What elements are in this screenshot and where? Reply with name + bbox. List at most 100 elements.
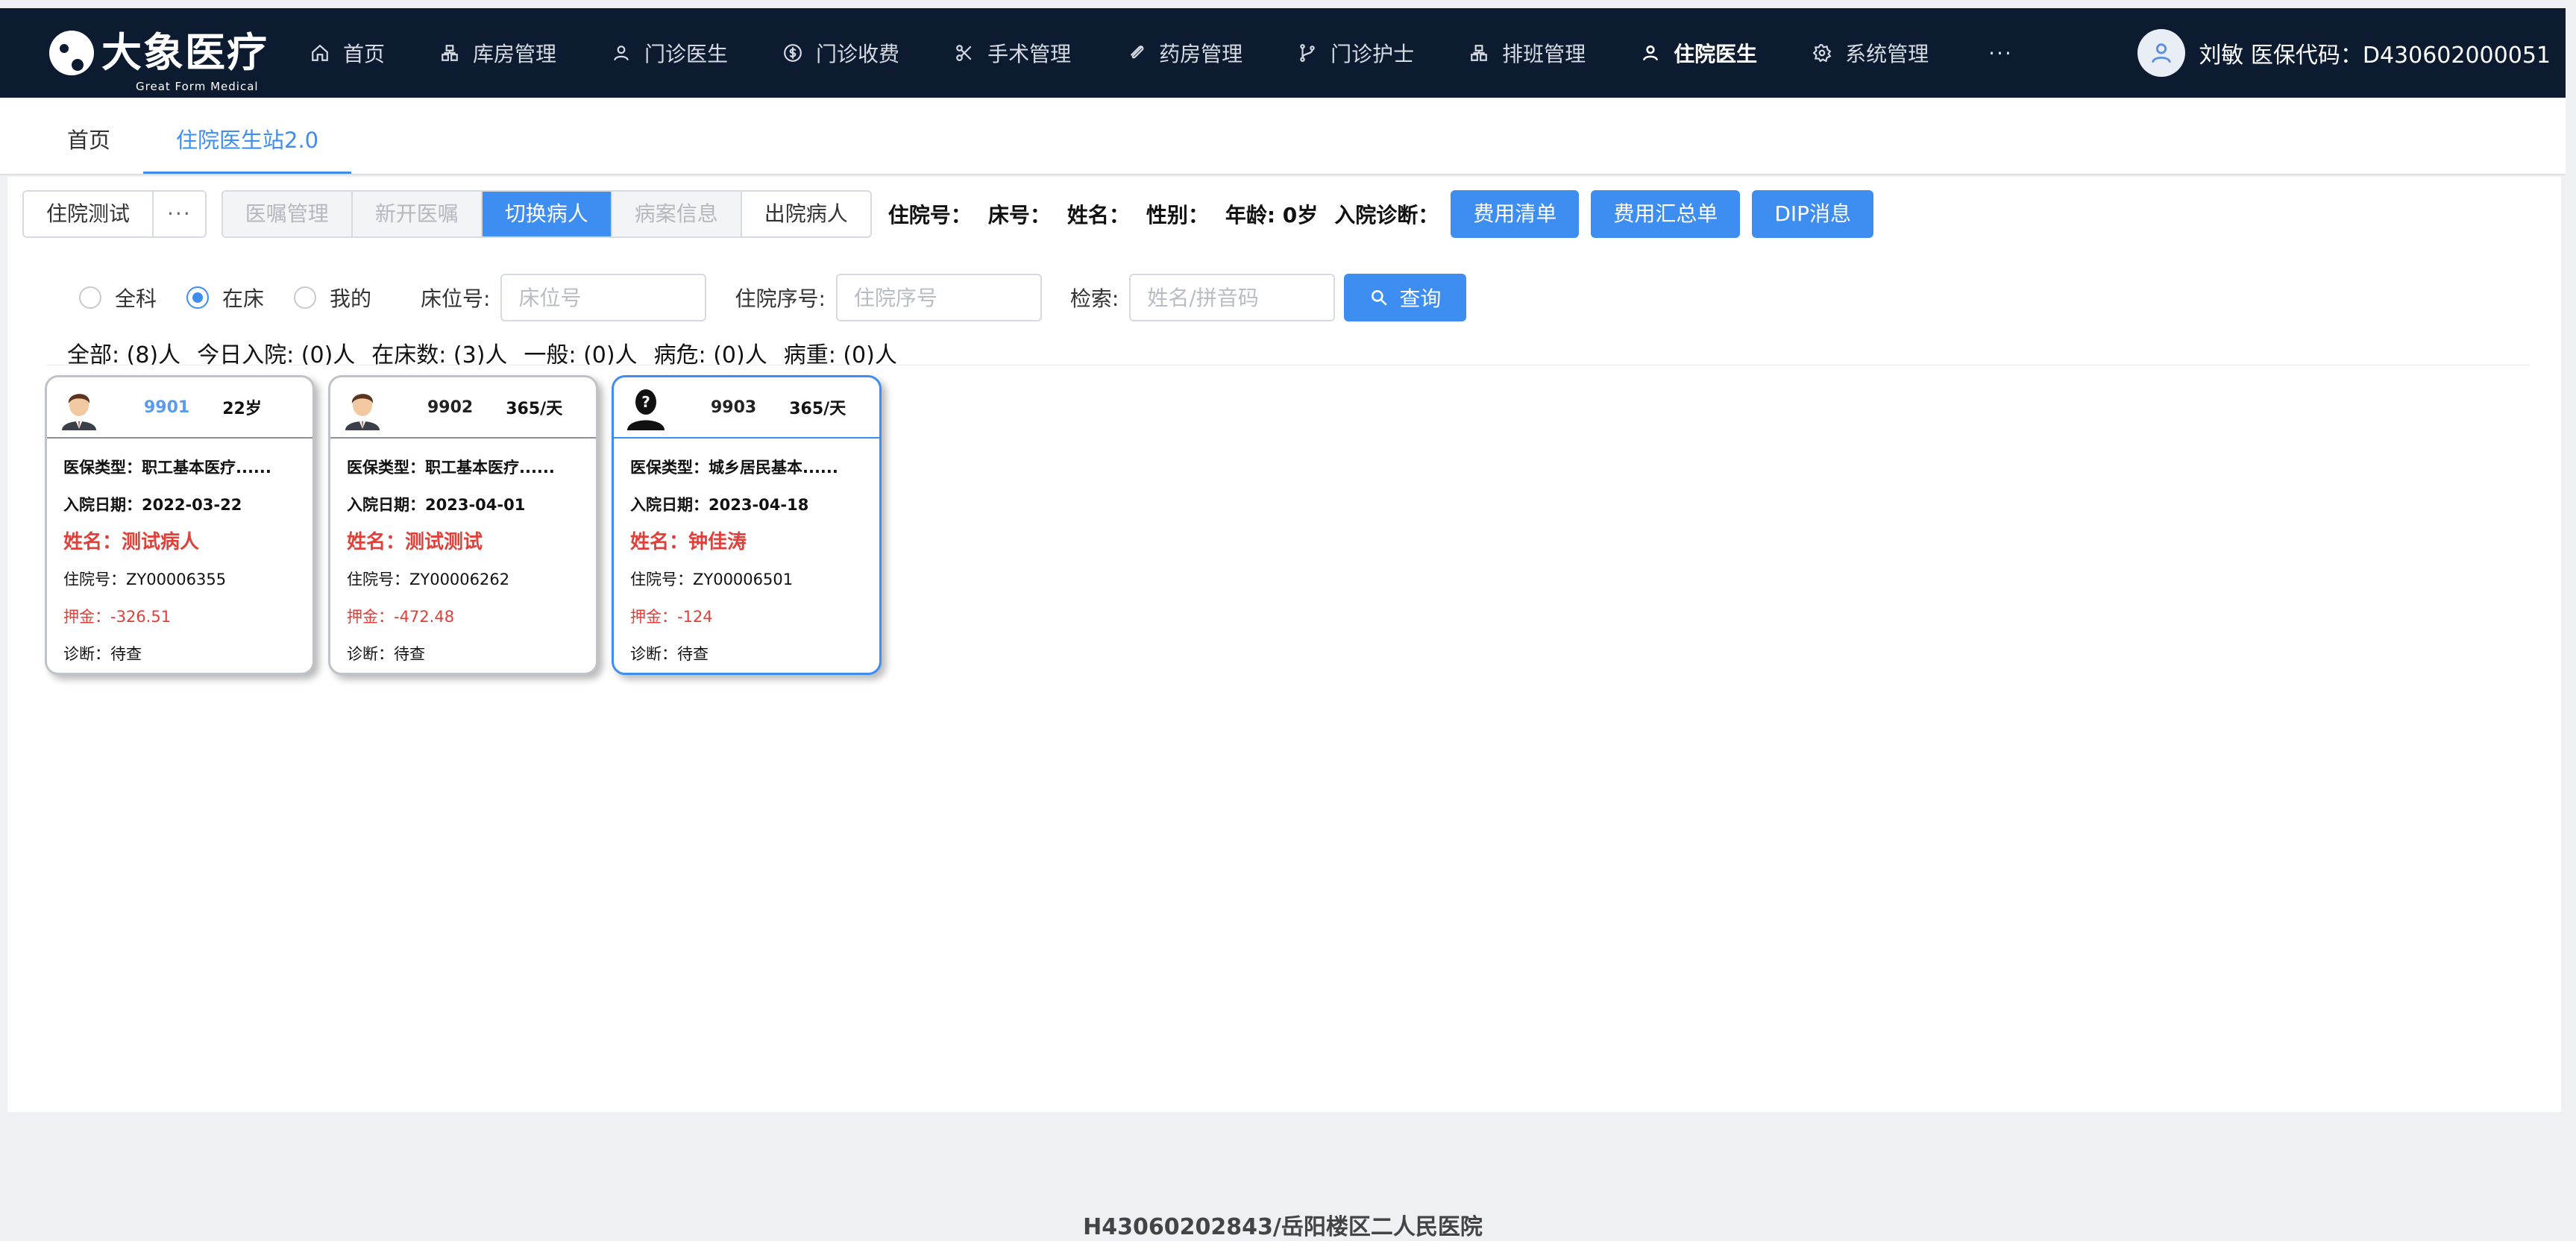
- patient-card[interactable]: 9901 22岁 医保类型：职工基本医疗...... 入院日期：2022-03-…: [45, 375, 315, 675]
- nav-item-scheduling[interactable]: 排班管理: [1469, 8, 1586, 98]
- patient-card[interactable]: 9902 365/天 医保类型：职工基本医疗...... 入院日期：2023-0…: [328, 375, 598, 675]
- nav-item-surgery[interactable]: 手术管理: [955, 8, 1071, 98]
- nav-item-label: 排班管理: [1502, 42, 1586, 66]
- nav-item-label: 门诊收费: [816, 42, 900, 66]
- patient-age: 22岁: [222, 400, 262, 418]
- nav-item-system[interactable]: 系统管理: [1812, 8, 1929, 98]
- radio-label: 全科: [115, 286, 157, 311]
- warehouse-icon: [440, 43, 459, 63]
- user-icon: [1641, 43, 1660, 63]
- tab-home[interactable]: 首页: [34, 107, 143, 174]
- nav-item-label: 系统管理: [1845, 42, 1929, 66]
- insurance-type: 医保类型：职工基本医疗......: [347, 459, 555, 477]
- deposit: 押金：-472.48: [347, 608, 455, 626]
- deposit: 押金：-326.51: [63, 608, 172, 626]
- admission-number: 住院号：ZY00006355: [63, 571, 227, 588]
- dip-message-button[interactable]: DIP消息: [1752, 190, 1874, 238]
- ward-more-button[interactable]: ···: [152, 192, 205, 236]
- nav-item-label: 手术管理: [987, 42, 1072, 66]
- nav-item-label: 首页: [343, 42, 386, 66]
- nav-item-home[interactable]: 首页: [310, 8, 385, 98]
- action-button-group: 医嘱管理 新开医嘱 切换病人 病案信息 出院病人: [221, 190, 872, 238]
- nav-item-warehouse[interactable]: 库房管理: [440, 8, 556, 98]
- card-header: 9902 365/天: [330, 377, 596, 439]
- diagnosis: 诊断：待查: [63, 645, 142, 663]
- elephant-logo-icon: [49, 31, 94, 75]
- nav-item-outpatient-billing[interactable]: 门诊收费: [783, 8, 899, 98]
- male-avatar-icon: [62, 394, 96, 430]
- patient-name: 姓名：钟佳涛: [630, 531, 747, 553]
- user-info[interactable]: 刘敏 医保代码：D430602000051: [2137, 8, 2551, 98]
- card-header: ? 9903 365/天: [614, 377, 879, 439]
- admission-number: 住院号：ZY00006262: [347, 571, 510, 588]
- radio-mine[interactable]: 我的: [294, 283, 371, 312]
- radio-circle: [186, 286, 210, 309]
- tab-inpatient-station[interactable]: 住院医生站2.0: [143, 107, 352, 174]
- order-management-button[interactable]: 医嘱管理: [222, 192, 351, 236]
- name-label: 姓名：: [1066, 203, 1130, 227]
- insurance-type: 医保类型：职工基本医疗......: [63, 459, 271, 477]
- search-icon: [1369, 288, 1389, 307]
- user-avatar-icon: [2152, 43, 2172, 63]
- radio-in-bed[interactable]: 在床: [186, 283, 264, 312]
- nav-item-outpatient-doctor[interactable]: 门诊医生: [612, 8, 728, 98]
- search-field-label: 检索:: [1069, 286, 1119, 311]
- admit-date: 入院日期：2022-03-22: [63, 496, 242, 514]
- nav-item-label: 库房管理: [473, 42, 557, 66]
- new-order-button[interactable]: 新开医嘱: [351, 192, 481, 236]
- admit-date: 入院日期：2023-04-01: [347, 496, 526, 514]
- discharged-patients-button[interactable]: 出院病人: [740, 192, 870, 236]
- nav-item-label: 住院医生: [1674, 42, 1758, 66]
- admission-seq-input[interactable]: [835, 274, 1042, 321]
- diagnosis-label: 入院诊断：: [1334, 203, 1439, 227]
- seq-field-label: 住院序号:: [735, 286, 826, 311]
- fee-list-button[interactable]: 费用清单: [1451, 190, 1580, 238]
- current-patient-info: 住院号： 床号： 姓名： 性别： 年龄: 0岁 入院诊断：: [888, 199, 1439, 229]
- nav-item-label: 门诊医生: [644, 42, 729, 66]
- query-button[interactable]: 查询: [1344, 274, 1467, 321]
- nav-item-outpatient-nurse[interactable]: 门诊护士: [1298, 8, 1414, 98]
- nav-item-label: 门诊护士: [1331, 42, 1415, 66]
- nav-item-pharmacy[interactable]: 药房管理: [1126, 8, 1243, 98]
- more-menu-button[interactable]: ···: [1988, 41, 2013, 66]
- gender-label: 性别：: [1146, 203, 1209, 227]
- admit-date: 入院日期：2023-04-18: [630, 496, 809, 514]
- svg-text:?: ?: [641, 393, 650, 411]
- male-avatar-icon: [345, 394, 380, 430]
- user-name-code: 刘敏 医保代码：D430602000051: [2199, 43, 2551, 69]
- card-header: 9901 22岁: [47, 377, 312, 439]
- admission-no-label: 住院号：: [888, 203, 972, 227]
- bed-number: 9903: [711, 398, 757, 417]
- bed-input[interactable]: [500, 274, 707, 321]
- radio-label: 在床: [222, 286, 265, 311]
- patient-card-list: 9901 22岁 医保类型：职工基本医疗...... 入院日期：2022-03-…: [45, 375, 895, 675]
- page-tabs: 首页 住院医生站2.0: [0, 98, 2566, 175]
- scissors-icon: [955, 43, 974, 63]
- query-button-label: 查询: [1399, 286, 1442, 311]
- deposit: 押金：-124: [630, 608, 713, 626]
- nav-item-label: 药房管理: [1159, 42, 1243, 66]
- nav-item-inpatient-doctor[interactable]: 住院医生: [1641, 8, 1757, 98]
- app-logo[interactable]: 大象医疗 Great Form Medical: [49, 16, 280, 93]
- switch-patient-button[interactable]: 切换病人: [480, 192, 611, 236]
- filter-row: 全科 在床 我的 床位号: 住院序号: 检索: 查询: [79, 274, 1467, 321]
- ward-button[interactable]: 住院测试: [24, 192, 153, 236]
- hospital-footer: H43060202843/岳阳楼区二人民医院: [1083, 1214, 1483, 1240]
- main-menu: 首页 库房管理 门诊医生 门诊收费 手术管理 药房管理 门诊护士 排班管理 住院…: [280, 8, 2013, 98]
- bed-number: 9901: [144, 398, 190, 417]
- case-info-button[interactable]: 病案信息: [610, 192, 741, 236]
- logo-text: 大象医疗: [101, 29, 268, 76]
- logo-subtitle: Great Form Medical: [136, 80, 259, 93]
- radio-label: 我的: [330, 286, 372, 311]
- patient-card[interactable]: ? 9903 365/天 医保类型：城乡居民基本...... 入院日期：2023…: [612, 375, 882, 675]
- bed-field-label: 床位号:: [421, 286, 491, 311]
- bed-no-label: 床号：: [987, 203, 1051, 227]
- patient-age: 365/天: [789, 400, 846, 418]
- top-navbar: 大象医疗 Great Form Medical 首页 库房管理 门诊医生 门诊收…: [0, 8, 2566, 98]
- schedule-icon: [1469, 43, 1489, 63]
- fee-summary-button[interactable]: 费用汇总单: [1591, 190, 1741, 238]
- search-input[interactable]: [1129, 274, 1336, 321]
- pill-icon: [1126, 43, 1146, 63]
- patient-age: 365/天: [506, 400, 563, 418]
- radio-all-dept[interactable]: 全科: [79, 283, 157, 312]
